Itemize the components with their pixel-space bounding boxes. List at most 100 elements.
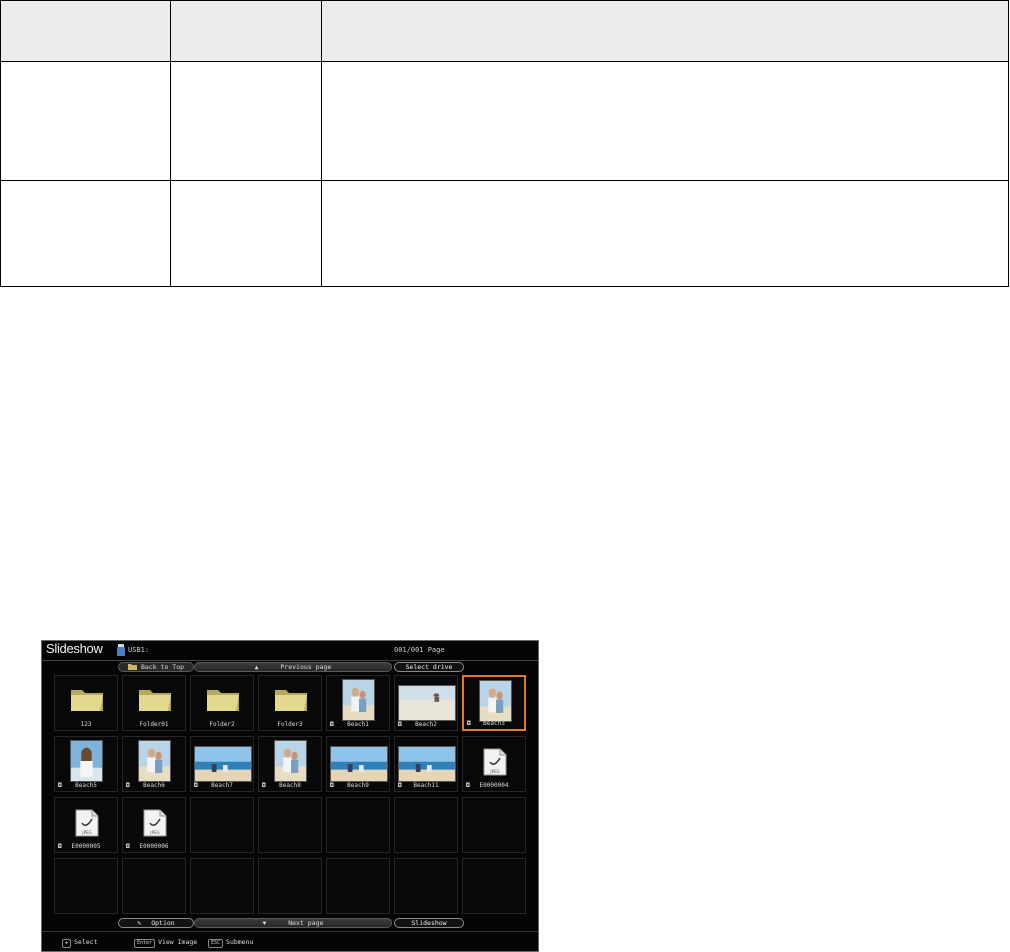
item-label: E0000005 — [71, 843, 101, 850]
esc-key: ESC — [208, 939, 224, 948]
help-view-image-label: View Image — [158, 938, 198, 946]
folder-item[interactable]: 123 — [54, 675, 118, 731]
option-label: Option — [151, 919, 175, 927]
folder-up-icon — [127, 664, 137, 670]
image-thumbnail — [398, 685, 456, 721]
folder-item[interactable]: Folder01 — [122, 675, 186, 731]
item-label: Beach3 — [483, 720, 505, 727]
table-row — [0, 61, 1009, 181]
option-button[interactable]: ✎ Option — [118, 918, 194, 928]
next-page-button[interactable]: ▼ Next page — [194, 918, 392, 928]
table-header-cell — [0, 0, 171, 63]
table-cell — [321, 179, 1009, 288]
back-to-top-button[interactable]: Back to Top — [118, 662, 194, 672]
folder-icon — [71, 690, 103, 711]
top-nav: Back to Top ▲ Previous page Select drive — [42, 662, 538, 672]
previous-page-button[interactable]: ▲ Previous page — [194, 662, 392, 672]
image-thumbnail — [330, 746, 388, 782]
table-cell — [170, 61, 322, 181]
jpeg-item[interactable]: JPEG ◘ E0000005 — [54, 797, 118, 853]
image-item[interactable]: ◘ Beach7 — [190, 736, 254, 792]
item-label: Beach6 — [143, 782, 165, 789]
table-cell — [170, 179, 322, 288]
jpeg-item[interactable]: JPEG ◘ E0000006 — [122, 797, 186, 853]
help-select-label: Select — [74, 938, 98, 946]
image-item[interactable]: ◘ Beach8 — [258, 736, 322, 792]
folder-icon — [207, 690, 239, 711]
table-header-row — [0, 0, 1009, 63]
slideshow-button[interactable]: Slideshow — [394, 918, 464, 928]
jpeg-file-icon: JPEG — [75, 809, 99, 837]
title-bar: Slideshow USB1: 001/001 Page — [42, 641, 538, 661]
back-to-top-label: Back to Top — [140, 663, 185, 671]
svg-text:JPEG: JPEG — [489, 769, 499, 774]
item-label: Beach1 — [347, 721, 369, 728]
help-submenu-label: Submenu — [226, 938, 254, 946]
jpeg-item[interactable]: JPEG ◘ E0000004 — [462, 736, 526, 792]
help-submenu: ESC Submenu — [208, 938, 253, 948]
item-label: E0000006 — [139, 843, 169, 850]
empty-slot — [122, 858, 186, 914]
select-drive-label: Select drive — [405, 663, 453, 671]
table-row — [0, 179, 1009, 288]
empty-slot — [462, 858, 526, 914]
jpeg-file-icon: JPEG — [143, 809, 167, 837]
drive-path: USB1: — [128, 646, 150, 654]
item-label: Beach5 — [75, 782, 97, 789]
empty-slot — [54, 858, 118, 914]
image-item[interactable]: ◘ Beach11 — [394, 736, 458, 792]
jpeg-file-icon: JPEG — [483, 748, 507, 776]
next-page-label: Next page — [288, 919, 324, 927]
image-item[interactable]: ◘ Beach6 — [122, 736, 186, 792]
folder-icon — [139, 690, 171, 711]
folder-icon — [275, 690, 307, 711]
image-thumbnail — [70, 740, 103, 782]
empty-slot — [462, 797, 526, 853]
empty-slot — [394, 797, 458, 853]
bottom-nav: ✎ Option ▼ Next page Slideshow — [42, 918, 538, 928]
help-select: ✥ Select — [62, 938, 98, 948]
empty-slot — [258, 797, 322, 853]
folder-item[interactable]: Folder3 — [258, 675, 322, 731]
image-item[interactable]: ◘ Beach5 — [54, 736, 118, 792]
svg-text:JPEG: JPEG — [149, 830, 159, 835]
table-header-cell — [321, 0, 1009, 63]
help-bar: ✥ Select Enter View Image ESC Submenu — [42, 931, 538, 952]
down-arrow-icon: ▼ — [262, 920, 267, 927]
image-thumbnail — [342, 679, 375, 721]
folder-item[interactable]: Folder2 — [190, 675, 254, 731]
table-cell — [0, 61, 171, 181]
image-thumbnail — [479, 680, 512, 722]
document-table — [0, 0, 1009, 288]
image-item[interactable]: ◘ Beach2 — [394, 675, 458, 731]
item-label: 123 — [80, 721, 92, 728]
help-view-image: Enter View Image — [134, 938, 197, 948]
select-drive-button[interactable]: Select drive — [394, 662, 464, 672]
empty-slot — [326, 797, 390, 853]
item-label: E0000004 — [479, 782, 509, 789]
page-indicator: 001/001 Page — [394, 646, 445, 654]
previous-page-label: Previous page — [280, 663, 332, 671]
item-label: Folder01 — [139, 721, 169, 728]
item-label: Beach2 — [415, 721, 437, 728]
slideshow-label: Slideshow — [411, 919, 447, 927]
image-item[interactable]: ◘ Beach9 — [326, 736, 390, 792]
image-thumbnail — [398, 746, 456, 782]
empty-slot — [190, 797, 254, 853]
empty-slot — [326, 858, 390, 914]
image-item[interactable]: ◘ Beach1 — [326, 675, 390, 731]
image-item[interactable]: ◘ Beach3 — [462, 675, 526, 731]
item-label: Folder3 — [277, 721, 303, 728]
image-thumbnail — [138, 740, 171, 782]
dpad-icon: ✥ — [62, 939, 72, 948]
usb-drive-icon — [117, 644, 125, 656]
item-label: Beach8 — [279, 782, 301, 789]
screen-title: Slideshow — [46, 641, 103, 656]
image-thumbnail — [274, 740, 307, 782]
slideshow-screen: Slideshow USB1: 001/001 Page Back to Top… — [41, 640, 539, 952]
table-header-cell — [170, 0, 322, 63]
table-cell — [0, 179, 171, 288]
svg-text:JPEG: JPEG — [81, 830, 91, 835]
image-thumbnail — [194, 746, 252, 782]
item-label: Folder2 — [209, 721, 235, 728]
